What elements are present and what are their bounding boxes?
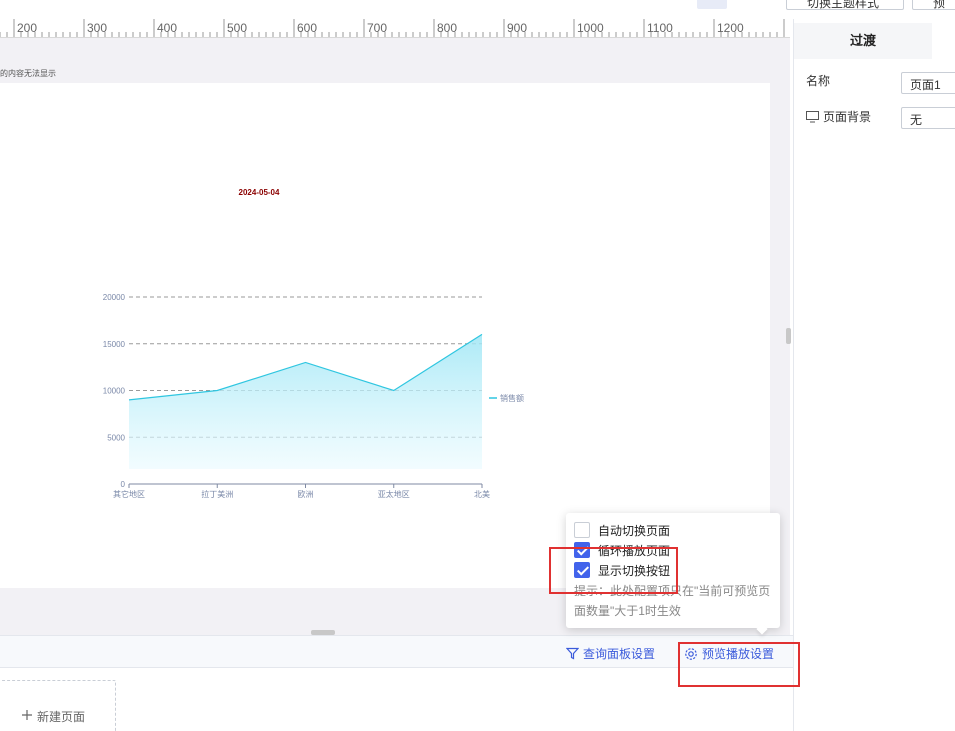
pages-strip: 新建页面 [0, 668, 793, 731]
properties-panel: 过渡 名称 页面1 页面背景 无 [793, 19, 955, 731]
ruler-label: 700 [367, 21, 387, 35]
switch-theme-button[interactable]: 切换主题样式 [786, 0, 904, 10]
ruler-label: 400 [157, 21, 177, 35]
auto-switch-option[interactable]: 自动切换页面 [574, 521, 670, 539]
copy-icon[interactable] [205, 0, 225, 8]
x-tick-label: 其它地区 [113, 489, 145, 499]
y-tick-label: 10000 [103, 387, 126, 396]
ruler-label: 500 [227, 21, 247, 35]
ruler-label: 200 [17, 21, 37, 35]
y-tick-label: 5000 [107, 433, 125, 442]
legend-label: 销售额 [500, 393, 524, 403]
ruler-label: 600 [297, 21, 317, 35]
x-tick-label: 北美 [474, 489, 490, 499]
tablet-icon [730, 0, 760, 9]
x-tick-label: 欧洲 [298, 489, 314, 499]
theme-button-label: 切换主题样式 [807, 0, 880, 10]
align-icon[interactable] [368, 0, 388, 8]
tab-transition[interactable]: 过渡 [794, 23, 932, 59]
delete-icon[interactable] [265, 0, 285, 8]
redo-icon[interactable] [140, 0, 160, 8]
name-label-text: 名称 [806, 74, 831, 88]
paste-icon[interactable] [235, 0, 255, 8]
monitor-icon [806, 110, 819, 122]
horizontal-ruler: 200 300 400 500 600 700 800 900 1000 1100 1200 [0, 19, 790, 38]
canvas-notice: 的内容无法显示 [0, 69, 56, 78]
undo-icon[interactable] [118, 0, 138, 8]
ruler-ticks: 200 300 400 500 600 700 800 900 1000 1100 1200 [0, 19, 785, 37]
name-label: 名称 [806, 72, 830, 89]
background-label-text: 页面背景 [823, 110, 872, 124]
ruler-label: 800 [437, 21, 457, 35]
app-root: 切换主题样式 预 200 300 400 500 600 700 800 900 1000 110… [0, 0, 955, 731]
vertical-scrollbar[interactable] [786, 328, 791, 344]
chart-title: 2024-05-04 [239, 188, 280, 197]
top-toolbar: 切换主题样式 预 [0, 0, 955, 10]
layer-icon[interactable] [330, 0, 350, 8]
bottom-settings-bar: 查询面板设置 预览播放设置 [0, 635, 793, 668]
preview-button[interactable]: 预 [912, 0, 955, 10]
page-name-input[interactable]: 页面1 [901, 72, 955, 94]
page-background-select[interactable]: 无 [901, 107, 955, 129]
ruler-label: 1100 [647, 21, 673, 35]
query-panel-settings-link[interactable]: 查询面板设置 [566, 645, 655, 662]
annotation-box-preview-link [678, 642, 800, 687]
y-tick-label: 15000 [103, 340, 126, 349]
ruler-label: 1000 [577, 21, 604, 35]
ruler-label: 1200 [717, 21, 744, 35]
query-panel-label: 查询面板设置 [583, 647, 656, 661]
plus-icon [22, 710, 32, 720]
new-page-label: 新建页面 [37, 710, 86, 724]
filter-icon [566, 647, 579, 660]
background-label: 页面背景 [806, 108, 871, 125]
ruler-label: 300 [87, 21, 107, 35]
auto-switch-label: 自动切换页面 [598, 523, 671, 538]
preview-button-label: 预 [933, 0, 946, 10]
x-tick-label: 拉丁美洲 [201, 489, 233, 499]
auto-switch-checkbox[interactable] [574, 522, 590, 538]
tablet-view-toggle[interactable] [730, 0, 760, 9]
series-area [129, 334, 482, 469]
y-tick-label: 20000 [103, 293, 126, 302]
x-tick-label: 亚太地区 [378, 489, 410, 499]
new-page-button[interactable]: 新建页面 [0, 680, 116, 731]
desktop-view-toggle[interactable] [697, 0, 727, 9]
y-tick-label: 0 [121, 480, 126, 489]
ruler-label: 900 [507, 21, 527, 35]
monitor-icon [697, 0, 727, 9]
annotation-box-options [549, 547, 678, 594]
